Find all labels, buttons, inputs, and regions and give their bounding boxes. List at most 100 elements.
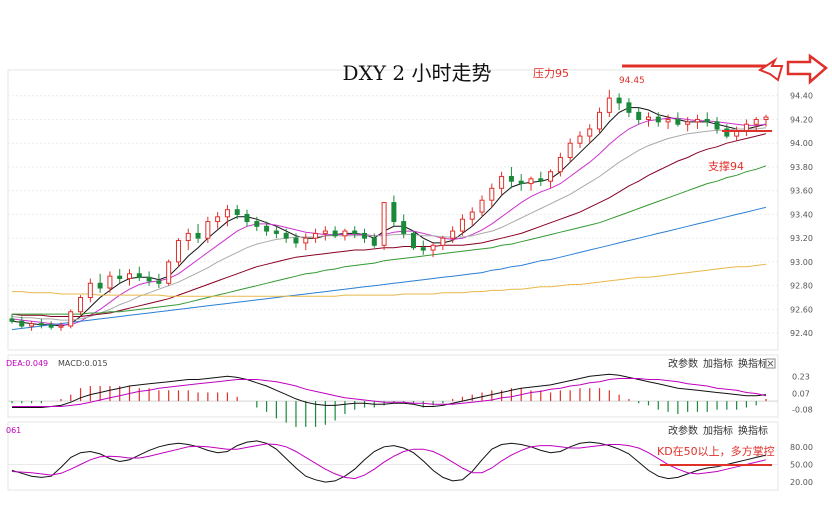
kd-label: 061: [6, 426, 21, 435]
candle-body: [401, 221, 407, 234]
candle-body: [136, 273, 142, 278]
kd-tick-label: 80.00: [790, 443, 813, 452]
candle-body: [499, 175, 505, 189]
candle-body: [29, 323, 35, 327]
candle-body: [528, 178, 534, 185]
macd-tick-label: -0.08: [792, 406, 813, 415]
candle-body: [234, 209, 240, 215]
candle-body: [469, 211, 475, 220]
candle-body: [342, 230, 348, 237]
price-tick-label: 94.00: [790, 139, 813, 148]
candle-body: [87, 282, 93, 299]
kd-add-indicator-button[interactable]: 加指标: [703, 424, 733, 437]
candle-body: [303, 237, 309, 244]
macd-add-indicator-button[interactable]: 加指标: [703, 357, 733, 370]
candle-body: [215, 216, 221, 223]
candle-body: [655, 116, 661, 123]
macd-close-icon[interactable]: [765, 358, 776, 369]
candle-body: [332, 230, 338, 237]
ma-line: [11, 127, 767, 321]
price-tick-label: 92.60: [790, 305, 813, 314]
ma-line: [11, 133, 767, 317]
candle-body: [459, 218, 465, 232]
candle-body: [518, 180, 524, 185]
candle-body: [538, 178, 544, 182]
candle-body: [19, 320, 25, 327]
candle-body: [616, 97, 622, 104]
candle-body: [430, 244, 436, 251]
candle-body: [283, 232, 289, 239]
price-axis-ticks: 94.40 94.20 94.00 93.80 93.60 93.40 93.20 93.00…: [790, 92, 813, 338]
candle-body: [78, 297, 84, 313]
candle-body: [185, 232, 191, 242]
kd-tick-label: 50.00: [790, 460, 813, 469]
macd-tick-label: 0.23: [792, 372, 810, 381]
candle-body: [58, 325, 64, 328]
candle-body: [371, 237, 377, 246]
candle-body: [391, 202, 397, 223]
macd-edit-params-button[interactable]: 改参数: [668, 357, 698, 370]
kd-switch-indicator-button[interactable]: 换指标: [738, 424, 768, 437]
candle-body: [224, 209, 230, 218]
macd-axis-ticks: 0.23 0.07 -0.08: [792, 372, 813, 414]
candle-body: [489, 187, 495, 201]
price-tick-label: 92.80: [790, 282, 813, 291]
candle-body: [763, 116, 769, 120]
candle-body: [107, 275, 113, 289]
candle-body: [38, 323, 44, 326]
candle-body: [166, 261, 172, 284]
candle-body: [352, 230, 358, 234]
candle-body: [587, 128, 593, 137]
candle-body: [479, 199, 485, 213]
candle-body: [273, 230, 279, 234]
price-tick-label: 93.60: [790, 187, 813, 196]
candle-body: [254, 221, 260, 227]
candle-body: [626, 102, 632, 113]
candle-body: [410, 232, 416, 249]
candle-body: [264, 225, 270, 232]
candle-body: [362, 232, 368, 239]
macd-tick-label: 0.07: [792, 390, 810, 399]
peak-price-label: 94.45: [619, 76, 645, 86]
kd-axis-ticks: 80.00 50.00 20.00: [790, 443, 813, 487]
moving-average-lines: [11, 107, 767, 331]
price-tick-label: 93.00: [790, 258, 813, 267]
macd-switch-indicator-button[interactable]: 换指标: [738, 357, 768, 370]
candle-body: [734, 130, 740, 137]
resistance-label: 压力95: [533, 67, 569, 80]
candle-body: [557, 156, 563, 173]
resistance-arrow-large: [786, 53, 828, 85]
candle-body: [175, 240, 181, 263]
macd-lines: [12, 373, 767, 408]
candle-body: [704, 118, 710, 123]
candle-body: [313, 232, 319, 239]
candle-body: [577, 135, 583, 144]
candle-body: [606, 97, 612, 113]
candle-body: [450, 230, 456, 239]
candle-body: [567, 142, 573, 158]
price-tick-label: 93.20: [790, 234, 813, 243]
candle-body: [97, 282, 103, 289]
kd-tick-label: 20.00: [790, 478, 813, 487]
kd-annotation: KD在50以上，多方掌控: [657, 444, 775, 458]
candle-body: [117, 275, 123, 280]
candle-body: [597, 111, 603, 130]
candle-body: [675, 118, 681, 125]
candle-body: [244, 213, 250, 223]
kd-k-line: [11, 440, 767, 483]
chart-canvas: 94.40 94.20 94.00 93.80 93.60 93.40 93.20 93.00…: [6, 53, 828, 491]
candle-body: [127, 273, 133, 280]
resistance-arrow-small: [757, 57, 784, 82]
candle-body: [68, 311, 74, 327]
candle-body: [205, 221, 211, 239]
macd-histogram: [11, 386, 767, 427]
candle-body: [440, 237, 446, 246]
support-label: 支撑94: [708, 159, 744, 173]
kd-edit-params-button[interactable]: 改参数: [668, 424, 698, 437]
price-tick-label: 94.20: [790, 115, 813, 124]
dea-label: DEA:0.049: [6, 359, 48, 368]
macd-label: MACD:0.015: [58, 359, 108, 368]
candle-body: [48, 324, 54, 328]
candle-body: [420, 247, 426, 251]
candle-body: [195, 232, 201, 239]
